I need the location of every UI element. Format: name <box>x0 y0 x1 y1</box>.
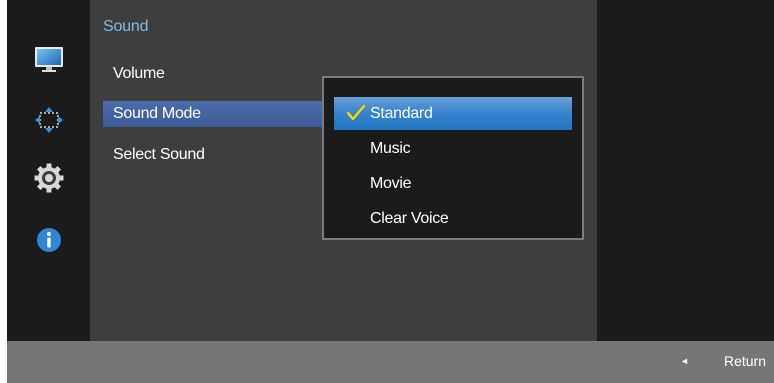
option-clear-voice-label: Clear Voice <box>370 210 449 227</box>
return-button[interactable]: Return <box>724 350 766 372</box>
menu-item-select-sound[interactable]: Select Sound <box>103 142 323 168</box>
system-settings-icon[interactable] <box>33 162 65 194</box>
information-icon[interactable] <box>33 224 65 256</box>
menu-item-sound-mode[interactable]: Sound Mode <box>103 101 323 127</box>
picture-icon[interactable] <box>33 44 65 76</box>
option-music-label: Music <box>370 140 411 157</box>
option-music[interactable]: Music <box>334 132 572 165</box>
option-movie-label: Movie <box>370 175 412 192</box>
sound-mode-submenu: Standard Music Movie Clear Voice <box>322 76 584 240</box>
left-arrow-icon: ◄ <box>680 356 689 366</box>
option-standard-label: Standard <box>370 105 433 122</box>
option-clear-voice[interactable]: Clear Voice <box>334 202 572 235</box>
right-blank-area <box>597 0 774 341</box>
option-movie[interactable]: Movie <box>334 167 572 200</box>
option-standard[interactable]: Standard <box>334 97 572 130</box>
panel-title: Sound <box>103 18 149 35</box>
checkmark-icon <box>346 102 366 122</box>
footer-bar <box>7 341 774 383</box>
onscreen-display-icon[interactable] <box>33 104 65 136</box>
menu-item-volume[interactable]: Volume <box>103 61 323 87</box>
